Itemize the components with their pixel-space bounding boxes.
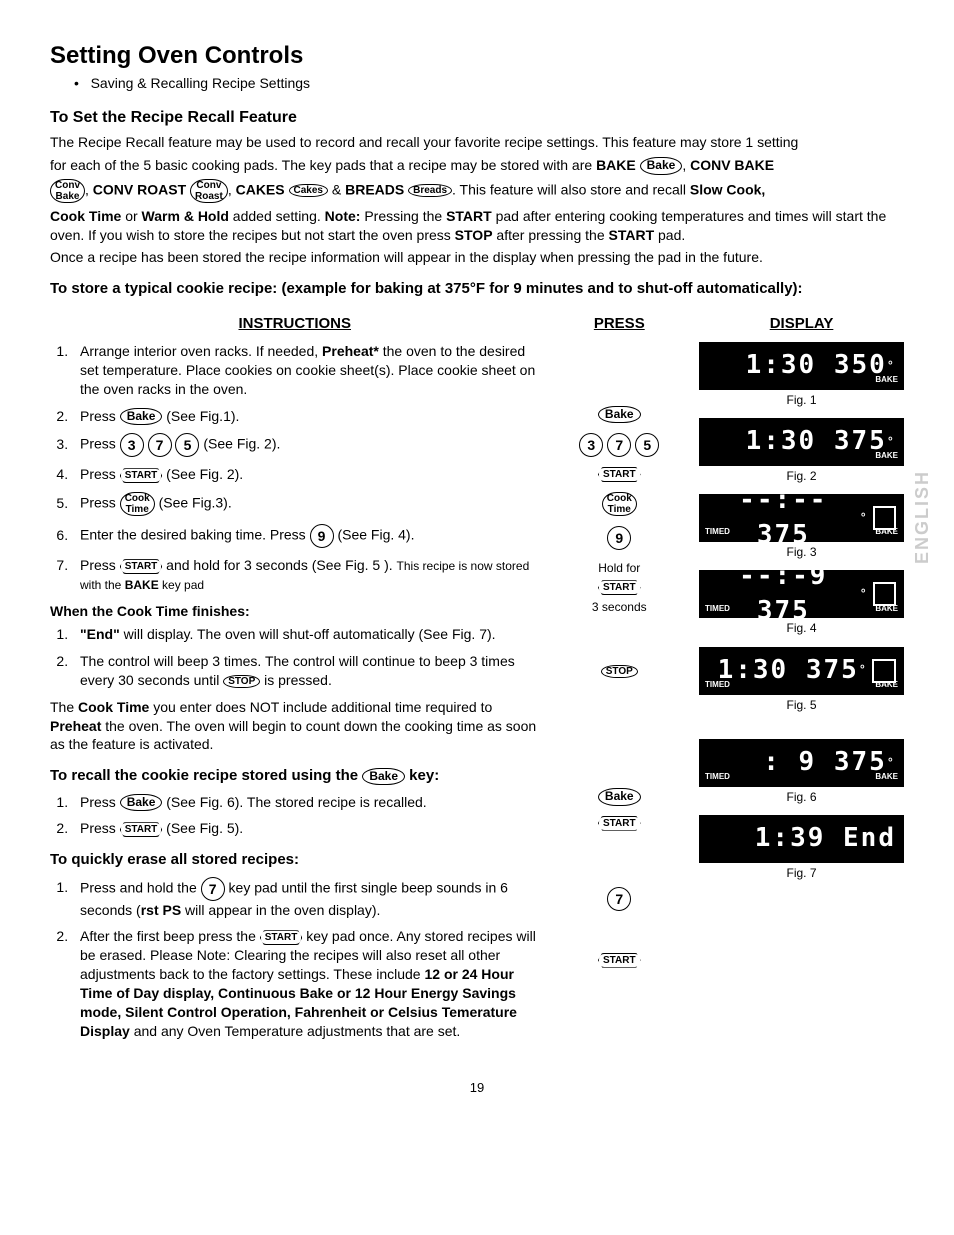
cooktime-note: The Cook Time you enter does NOT include… xyxy=(50,698,540,755)
recall-steps: Press Bake (See Fig. 6). The stored reci… xyxy=(50,793,540,839)
finish-steps: "End" will display. The oven will shut-o… xyxy=(50,625,540,690)
bake-pad-icon: Bake xyxy=(120,794,163,811)
step-1: Arrange interior oven racks. If needed, … xyxy=(72,342,540,399)
fig7-caption: Fig. 7 xyxy=(699,865,904,881)
press-7: 7 xyxy=(607,433,631,457)
digit-9-pad-icon: 9 xyxy=(310,524,334,548)
recall-step-1: Press Bake (See Fig. 6). The stored reci… xyxy=(72,793,540,812)
press-3: 3 xyxy=(579,433,603,457)
subtitle: • Saving & Recalling Recipe Settings xyxy=(74,74,904,93)
fig5-caption: Fig. 5 xyxy=(699,697,904,713)
start-pad-icon: START xyxy=(120,822,163,837)
start-pad-icon: START xyxy=(120,559,163,574)
step-4: Press START (See Fig. 2). xyxy=(72,465,540,484)
page-number: 19 xyxy=(50,1079,904,1097)
fig2-caption: Fig. 2 xyxy=(699,468,904,484)
display-fig5: 1:30 375°TIMEDBAKE xyxy=(699,647,904,695)
display-fig3: --:-- 375°TIMEDBAKE xyxy=(699,494,904,542)
press-3sec: 3 seconds xyxy=(592,599,647,615)
digit-7-pad-icon: 7 xyxy=(201,877,225,901)
section-recall: To recall the cookie recipe stored using… xyxy=(50,766,540,786)
display-fig4: --:-9 375°TIMEDBAKE xyxy=(699,570,904,618)
erase-step-1: Press and hold the 7 key pad until the f… xyxy=(72,877,540,920)
step-3: Press 3 7 5 (See Fig. 2). xyxy=(72,433,540,457)
store-steps: Arrange interior oven racks. If needed, … xyxy=(50,342,540,594)
digit-7-pad-icon: 7 xyxy=(148,433,172,457)
press-bake-recall: Bake xyxy=(598,788,641,805)
intro-line2: for each of the 5 basic cooking pads. Th… xyxy=(50,156,904,175)
erase-steps: Press and hold the 7 key pad until the f… xyxy=(50,877,540,1041)
press-stop: STOP xyxy=(601,665,638,678)
fig6-caption: Fig. 6 xyxy=(699,789,904,805)
finish-step-2: The control will beep 3 times. The contr… xyxy=(72,652,540,690)
bake-pad-icon: Bake xyxy=(640,157,683,174)
intro-line3: Conv Bake, CONV ROAST Conv Roast, CAKES … xyxy=(50,179,904,203)
press-7-erase: 7 xyxy=(607,887,631,911)
press-cooktime: Cook Time xyxy=(602,492,637,516)
col-header-instructions: INSTRUCTIONS xyxy=(50,314,540,334)
page-title: Setting Oven Controls xyxy=(50,40,904,72)
bake-pad-icon: Bake xyxy=(120,408,163,425)
section-recipe-recall: To Set the Recipe Recall Feature xyxy=(50,107,904,129)
bake-pad-icon: Bake xyxy=(362,768,405,785)
start-pad-icon: START xyxy=(260,930,303,945)
press-bake: Bake xyxy=(598,406,641,423)
language-tab: ENGLISH xyxy=(910,470,934,564)
recall-step-2: Press START (See Fig. 5). xyxy=(72,819,540,838)
intro-line1: The Recipe Recall feature may be used to… xyxy=(50,133,904,152)
breads-pad-icon: Breads xyxy=(408,184,452,197)
press-start-recall: START xyxy=(598,816,641,831)
digit-3-pad-icon: 3 xyxy=(120,433,144,457)
cakes-pad-icon: Cakes xyxy=(289,184,328,197)
press-start: START xyxy=(598,467,641,482)
intro-line4: Cook Time or Warm & Hold added setting. … xyxy=(50,207,904,245)
press-start-erase: START xyxy=(598,953,641,968)
step-6: Enter the desired baking time. Press 9 (… xyxy=(72,524,540,548)
fig1-caption: Fig. 1 xyxy=(699,392,904,408)
convroast-pad-icon: Conv Roast xyxy=(190,179,228,203)
col-header-press: PRESS xyxy=(560,314,680,334)
display-fig7: 1:39 End xyxy=(699,815,904,863)
col-header-display: DISPLAY xyxy=(699,314,904,334)
start-pad-icon: START xyxy=(120,468,163,483)
section-erase: To quickly erase all stored recipes: xyxy=(50,850,540,870)
intro-line5: Once a recipe has been stored the recipe… xyxy=(50,248,904,267)
digit-5-pad-icon: 5 xyxy=(175,433,199,457)
press-9: 9 xyxy=(607,526,631,550)
display-fig6: : 9 375°TIMEDBAKE xyxy=(699,739,904,787)
press-start-hold: START xyxy=(598,580,641,595)
step-5: Press Cook Time (See Fig.3). xyxy=(72,492,540,516)
convbake-pad-icon: Conv Bake xyxy=(50,179,85,203)
erase-step-2: After the first beep press the START key… xyxy=(72,927,540,1040)
press-holdfor: Hold for xyxy=(598,560,640,576)
finish-step-1: "End" will display. The oven will shut-o… xyxy=(72,625,540,644)
section-store-example: To store a typical cookie recipe: (examp… xyxy=(50,279,904,299)
press-5: 5 xyxy=(635,433,659,457)
stop-pad-icon: STOP xyxy=(223,675,260,688)
when-finish-header: When the Cook Time finishes: xyxy=(50,603,250,619)
display-fig1: 1:30 350°BAKE xyxy=(699,342,904,390)
cooktime-pad-icon: Cook Time xyxy=(120,492,155,516)
step-7: Press START and hold for 3 seconds (See … xyxy=(72,556,540,594)
display-fig2: 1:30 375°BAKE xyxy=(699,418,904,466)
step-2: Press Bake (See Fig.1). xyxy=(72,407,540,426)
